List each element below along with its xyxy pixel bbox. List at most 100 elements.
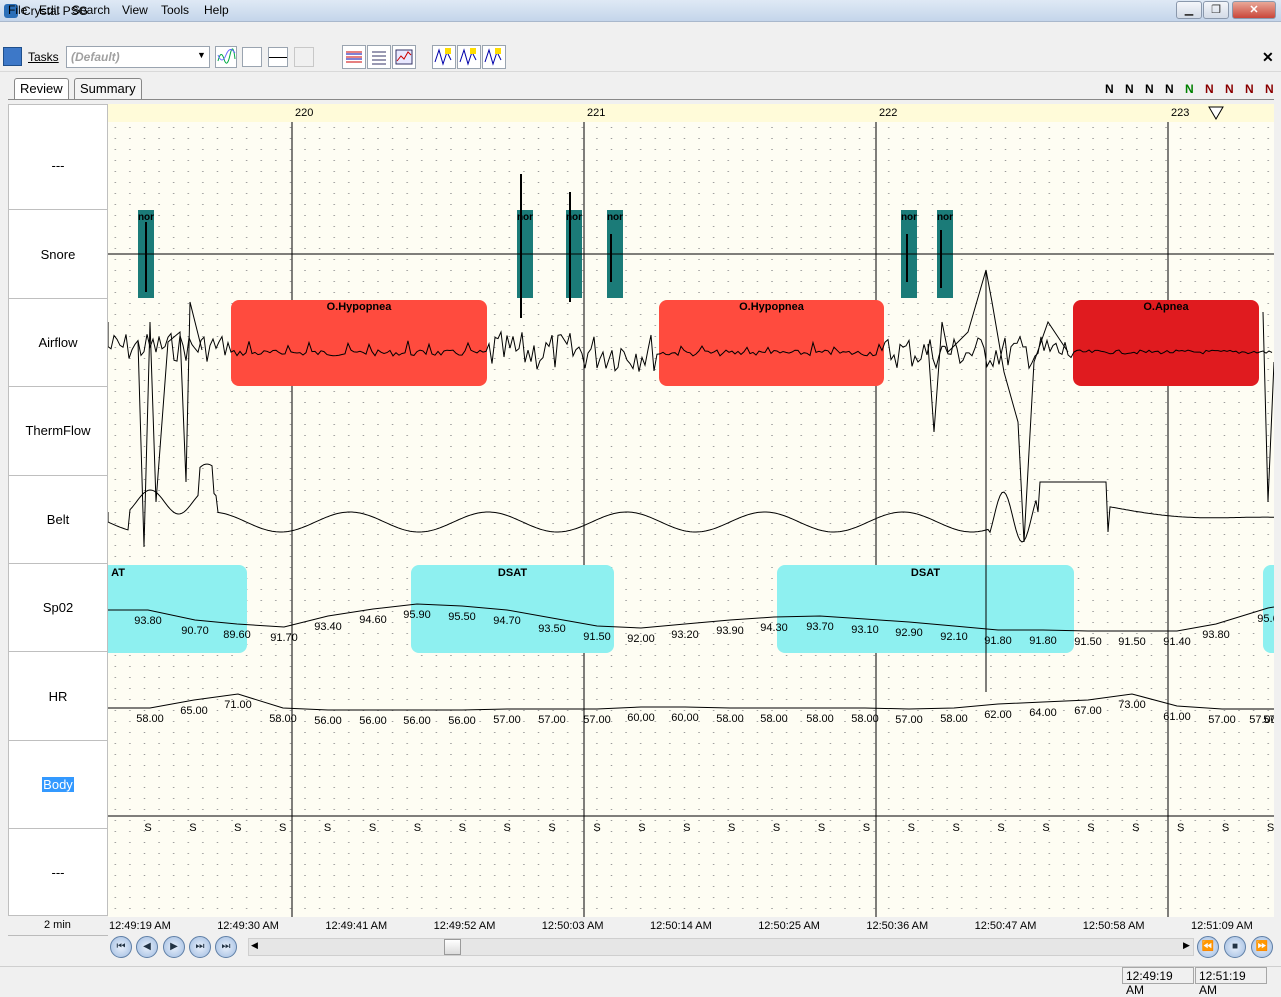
body-position-marker: S — [1132, 822, 1139, 834]
menu-search[interactable]: Search — [72, 3, 110, 17]
time-label: 12:50:03 AM — [541, 920, 604, 932]
first-page-button[interactable]: ⏮ — [110, 936, 132, 958]
preset-select-value: (Default) — [71, 50, 120, 64]
body-position-marker: S — [1177, 822, 1184, 834]
scroll-thumb[interactable] — [444, 939, 461, 955]
channel-label-snore[interactable]: Snore — [8, 247, 108, 262]
channel-label-hr[interactable]: HR — [8, 689, 108, 704]
spo2-value: 91.50 — [1118, 636, 1146, 648]
minimize-button[interactable]: ▁ — [1176, 1, 1202, 19]
channel-label-[interactable]: --- — [8, 158, 108, 173]
previous-page-button[interactable]: ◀ — [136, 936, 158, 958]
maximize-button[interactable]: ❐ — [1203, 1, 1229, 19]
scroll-left-arrow[interactable]: ◀ — [251, 940, 258, 951]
end-button[interactable]: ⏭ — [215, 936, 237, 958]
airflow-excursion — [1262, 311, 1274, 503]
body-position-marker: S — [1267, 822, 1274, 834]
trend-chart-icon[interactable] — [392, 45, 416, 69]
spo2-value: 95.50 — [448, 611, 476, 623]
channel-label-belt[interactable]: Belt — [8, 512, 108, 527]
spo2-value: 95.90 — [403, 609, 431, 621]
channel-label-airflow[interactable]: Airflow — [8, 335, 108, 350]
menu-edit[interactable]: Edit — [39, 3, 60, 17]
tasks-icon[interactable] — [3, 47, 22, 66]
menu-view[interactable]: View — [122, 3, 148, 17]
signal-plot[interactable]: O.Hypopnea O.Hypopnea O.Apnea AT DSAT DSAT nor… — [108, 122, 1274, 918]
body-position-marker: S — [414, 822, 421, 834]
hr-value: 60.00 — [671, 712, 699, 724]
snore-event-label: nor — [138, 212, 154, 223]
hr-value: 57.00 — [1208, 714, 1236, 726]
time-scrollbar[interactable] — [248, 938, 1194, 956]
spo2-value: 93.40 — [314, 621, 342, 633]
time-label: 12:49:52 AM — [433, 920, 496, 932]
split-horizontal-icon[interactable] — [268, 47, 288, 67]
spo2-value: 95.6 — [1257, 613, 1274, 625]
hr-value: 57.00 — [895, 714, 923, 726]
single-pane-icon[interactable] — [242, 47, 262, 67]
time-label: 12:50:25 AM — [758, 920, 820, 932]
menu-tools[interactable]: Tools — [161, 3, 189, 17]
menu-help[interactable]: Help — [204, 3, 229, 17]
close-icon[interactable]: ✕ — [1262, 49, 1274, 66]
scoring-icon-3[interactable] — [482, 45, 506, 69]
apnea-event-label: O.Hypopnea — [739, 301, 805, 313]
rewind-button[interactable]: ⏪ — [1197, 936, 1219, 958]
hr-value: 64.00 — [1029, 707, 1057, 719]
next-page-button[interactable]: ▶ — [163, 936, 185, 958]
chevron-down-icon[interactable]: ▼ — [197, 50, 206, 60]
spo2-value: 91.50 — [1074, 636, 1102, 648]
fast-forward-button[interactable]: ⏩ — [1251, 936, 1273, 958]
last-page-button[interactable]: ⏭ — [189, 936, 211, 958]
hr-value: 61.00 — [1163, 711, 1191, 723]
desaturation-event-label: AT — [111, 567, 125, 579]
spo2-value: 93.70 — [806, 621, 834, 633]
position-marker-icon[interactable] — [1208, 106, 1224, 120]
hr-value: 56.00 — [314, 715, 342, 727]
desaturation-event-label: DSAT — [911, 567, 940, 579]
spo2-value: 93.50 — [538, 623, 566, 635]
hr-value: 58.00 — [269, 713, 297, 725]
tab-review[interactable]: Review — [14, 78, 69, 99]
channel-separator — [8, 209, 108, 211]
review-list-icon[interactable] — [367, 45, 391, 69]
scoring-icon-1[interactable] — [432, 45, 456, 69]
spo2-value: 89.60 — [223, 629, 251, 641]
spo2-value: 93.10 — [851, 624, 879, 636]
spo2-value: 93.90 — [716, 625, 744, 637]
time-window-label[interactable]: 2 min — [44, 919, 71, 931]
signal-traces: O.Hypopnea O.Hypopnea O.Apnea AT DSAT DSAT nor… — [108, 122, 1274, 918]
waveform-icon[interactable] — [215, 46, 237, 68]
close-window-button[interactable]: ✕ — [1232, 1, 1276, 19]
hr-value: 57.00 — [538, 714, 566, 726]
channel-label-sp02[interactable]: Sp02 — [8, 600, 108, 615]
hr-value: 58.00 — [806, 713, 834, 725]
apnea-event-label: O.Apnea — [1143, 301, 1189, 313]
hr-value: 56.00 — [448, 715, 476, 727]
tasks-label[interactable]: Tasks — [28, 50, 59, 64]
scroll-right-arrow[interactable]: ▶ — [1183, 940, 1190, 951]
status-indicator: N — [1125, 82, 1134, 96]
split-vertical-icon[interactable] — [294, 47, 314, 67]
body-position-marker: S — [773, 822, 780, 834]
stop-button[interactable]: ■ — [1224, 936, 1246, 958]
body-position-marker: S — [234, 822, 241, 834]
status-indicator: N — [1205, 82, 1214, 96]
channel-label-[interactable]: --- — [8, 865, 108, 880]
tab-summary[interactable]: Summary — [74, 78, 142, 99]
body-position-marker: S — [459, 822, 466, 834]
hr-value: 57.00 — [493, 714, 521, 726]
body-position-marker: S — [908, 822, 915, 834]
menu-file[interactable]: File — [8, 3, 27, 17]
spo2-value: 91.40 — [1163, 636, 1191, 648]
report-icon[interactable] — [342, 45, 366, 69]
channel-label-body[interactable]: Body — [8, 777, 108, 792]
tab-divider — [8, 99, 1274, 100]
scoring-icon-2[interactable] — [457, 45, 481, 69]
hr-value: 57.00 — [583, 714, 611, 726]
body-position-marker: S — [504, 822, 511, 834]
spo2-trace — [108, 603, 1274, 632]
channel-separator — [8, 739, 108, 741]
channel-label-thermflow[interactable]: ThermFlow — [8, 423, 108, 438]
hr-value: 58.00 — [760, 713, 788, 725]
